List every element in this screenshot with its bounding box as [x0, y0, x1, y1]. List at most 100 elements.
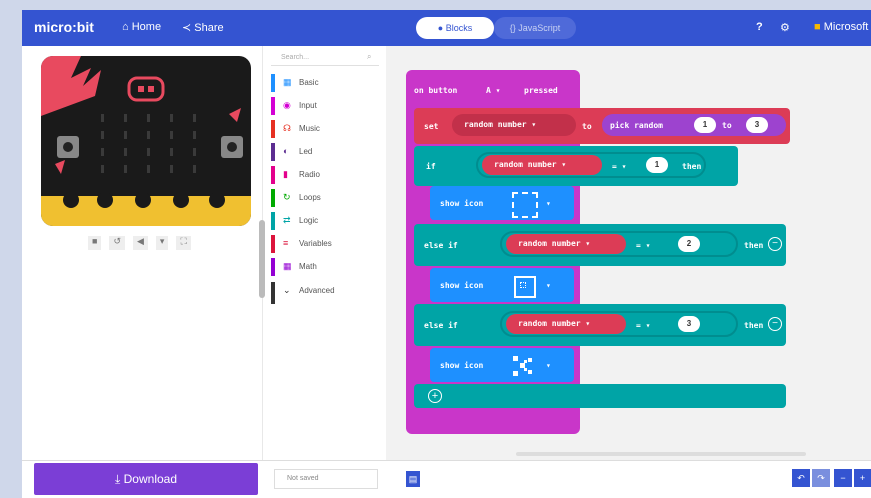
share-icon: ≺	[182, 22, 192, 34]
slowmo-icon[interactable]: ◀	[132, 236, 148, 250]
plus-circle-icon[interactable]: +	[428, 389, 442, 403]
set-label: set	[424, 122, 439, 131]
pick-random-block[interactable]: pick random 1 to 3	[602, 114, 786, 136]
toggle-icon: ◐	[283, 146, 289, 156]
chevron-down-icon: ⌄	[283, 285, 291, 295]
advanced-label: Advanced	[299, 286, 335, 295]
toolbox-search[interactable]: Search... ⌕	[271, 52, 379, 66]
icon-dropdown-1[interactable]: ▾	[546, 199, 551, 208]
set-variable-block[interactable]: set random number ▾ to pick random 1 to …	[414, 108, 790, 144]
show-icon-label-3: show icon	[440, 361, 484, 370]
toolbox-category-input[interactable]: ◉ Input	[271, 95, 381, 117]
toolbox-category-music[interactable]: ☊ Music	[271, 118, 381, 140]
blocks-tab-label: Blocks	[445, 23, 473, 33]
show-icon-block-1[interactable]: show icon ▾	[430, 186, 574, 220]
brand-logo[interactable]: micro:bit	[34, 19, 94, 35]
home-button[interactable]: ⌂ Home	[122, 21, 161, 33]
toolbox-category-logic[interactable]: ⇄ Logic	[271, 210, 381, 232]
toolbox: Search... ⌕ ▦ Basic ◉ Input ☊ Music ◐ Led ▮ Radio…	[259, 46, 386, 460]
home-icon: ⌂	[122, 21, 129, 33]
compare-value-3[interactable]: 3	[678, 316, 700, 332]
gear-icon[interactable]: ⚙	[780, 21, 790, 34]
panel-splitter[interactable]	[259, 220, 265, 298]
blocks-workspace[interactable]: on button A ▾ pressed set random number …	[386, 46, 871, 460]
blocks-tab[interactable]: ● Blocks	[416, 17, 494, 39]
microsoft-icon: ■	[814, 21, 821, 33]
category-label: Variables	[299, 239, 332, 248]
show-icon-block-3[interactable]: show icon ▾	[430, 348, 574, 382]
fullscreen-icon[interactable]: ⛶	[176, 236, 191, 250]
undo-icon[interactable]: ↶	[792, 469, 810, 487]
event-pressed-label: pressed	[524, 86, 558, 95]
home-label: Home	[131, 21, 162, 33]
minus-circle-icon[interactable]: −	[768, 317, 782, 331]
else-if-label-2: else if	[424, 321, 458, 330]
shuffle-icon: ⇄	[283, 215, 291, 225]
icon-dropdown-2[interactable]: ▾	[546, 281, 551, 290]
condition-variable-3[interactable]: random number ▾	[506, 314, 626, 334]
sound-icon[interactable]: ▾	[155, 236, 169, 250]
condition-variable-2[interactable]: random number ▾	[506, 234, 626, 254]
event-button-dropdown[interactable]: A ▾	[486, 86, 500, 95]
show-icon-block-2[interactable]: show icon ▾	[430, 268, 574, 302]
compare-block-2[interactable]: random number ▾ = ▾ 2	[500, 231, 738, 257]
category-label: Led	[299, 147, 313, 156]
toolbox-advanced[interactable]: ⌄ Advanced	[271, 280, 381, 304]
zoom-in-icon[interactable]: +	[854, 469, 871, 487]
scissors-icon[interactable]	[512, 355, 534, 377]
led-matrix	[101, 114, 207, 173]
javascript-tab[interactable]: {} JavaScript	[494, 17, 576, 39]
horizontal-scrollbar[interactable]	[516, 452, 806, 456]
minus-circle-icon[interactable]: −	[768, 237, 782, 251]
toolbox-category-basic[interactable]: ▦ Basic	[271, 72, 381, 94]
operator-dropdown-3[interactable]: = ▾	[636, 321, 650, 330]
share-button[interactable]: ≺ Share	[182, 21, 224, 34]
else-if-block-2[interactable]: else if random number ▾ = ▾ 3 then −	[414, 304, 786, 346]
category-label: Math	[299, 262, 317, 271]
button-b[interactable]	[221, 136, 243, 158]
restart-icon[interactable]: ↺	[109, 236, 125, 250]
toolbox-category-led[interactable]: ◐ Led	[271, 141, 381, 163]
stop-icon[interactable]: ■	[88, 236, 102, 250]
toolbox-category-math[interactable]: ▦ Math	[271, 256, 381, 278]
operator-dropdown-1[interactable]: = ▾	[612, 162, 626, 171]
if-block[interactable]: if random number ▾ = ▾ 1 then	[414, 146, 738, 186]
search-input[interactable]: Search...	[281, 54, 309, 61]
toolbox-category-radio[interactable]: ▮ Radio	[271, 164, 381, 186]
download-button[interactable]: ⤓ Download	[34, 463, 258, 495]
random-max-input[interactable]: 3	[746, 117, 768, 133]
random-min-input[interactable]: 1	[694, 117, 716, 133]
circle-dot-icon: ◉	[283, 100, 291, 110]
variable-dropdown[interactable]: random number ▾	[452, 114, 576, 136]
toolbox-category-variables[interactable]: ≡ Variables	[271, 233, 381, 255]
save-icon[interactable]: ▤	[406, 471, 420, 487]
compare-block-1[interactable]: random number ▾ = ▾ 1 then	[476, 152, 706, 178]
search-icon: ⌕	[367, 52, 372, 61]
icon-dropdown-3[interactable]: ▾	[546, 361, 551, 370]
toolbox-category-loops[interactable]: ↻ Loops	[271, 187, 381, 209]
grid-icon: ▦	[283, 77, 292, 87]
microbit-board[interactable]	[41, 56, 251, 226]
small-square-icon[interactable]	[514, 276, 536, 298]
project-name-input[interactable]: Not saved	[274, 469, 378, 489]
event-label: on button	[414, 86, 458, 95]
redo-icon[interactable]: ↷	[812, 469, 830, 487]
puzzle-icon: ●	[437, 23, 444, 33]
compare-value-2[interactable]: 2	[678, 236, 700, 252]
operator-dropdown-2[interactable]: = ▾	[636, 241, 650, 250]
compare-block-3[interactable]: random number ▾ = ▾ 3	[500, 311, 738, 337]
condition-variable-1[interactable]: random number ▾	[482, 155, 602, 175]
zoom-out-icon[interactable]: −	[834, 469, 852, 487]
else-if-block-1[interactable]: else if random number ▾ = ▾ 2 then −	[414, 224, 786, 266]
help-icon[interactable]: ?	[756, 21, 763, 33]
category-label: Logic	[299, 216, 319, 225]
compare-value-1[interactable]: 1	[646, 157, 668, 173]
button-a[interactable]	[57, 136, 79, 158]
microsoft-logo[interactable]: ■ Microsoft	[814, 21, 871, 33]
category-label: Basic	[299, 78, 319, 87]
bars-icon: ▮	[283, 169, 288, 179]
square-outline-icon[interactable]	[512, 192, 538, 218]
category-label: Input	[299, 101, 317, 110]
show-icon-label-1: show icon	[440, 199, 484, 208]
download-label: Download	[123, 472, 178, 486]
